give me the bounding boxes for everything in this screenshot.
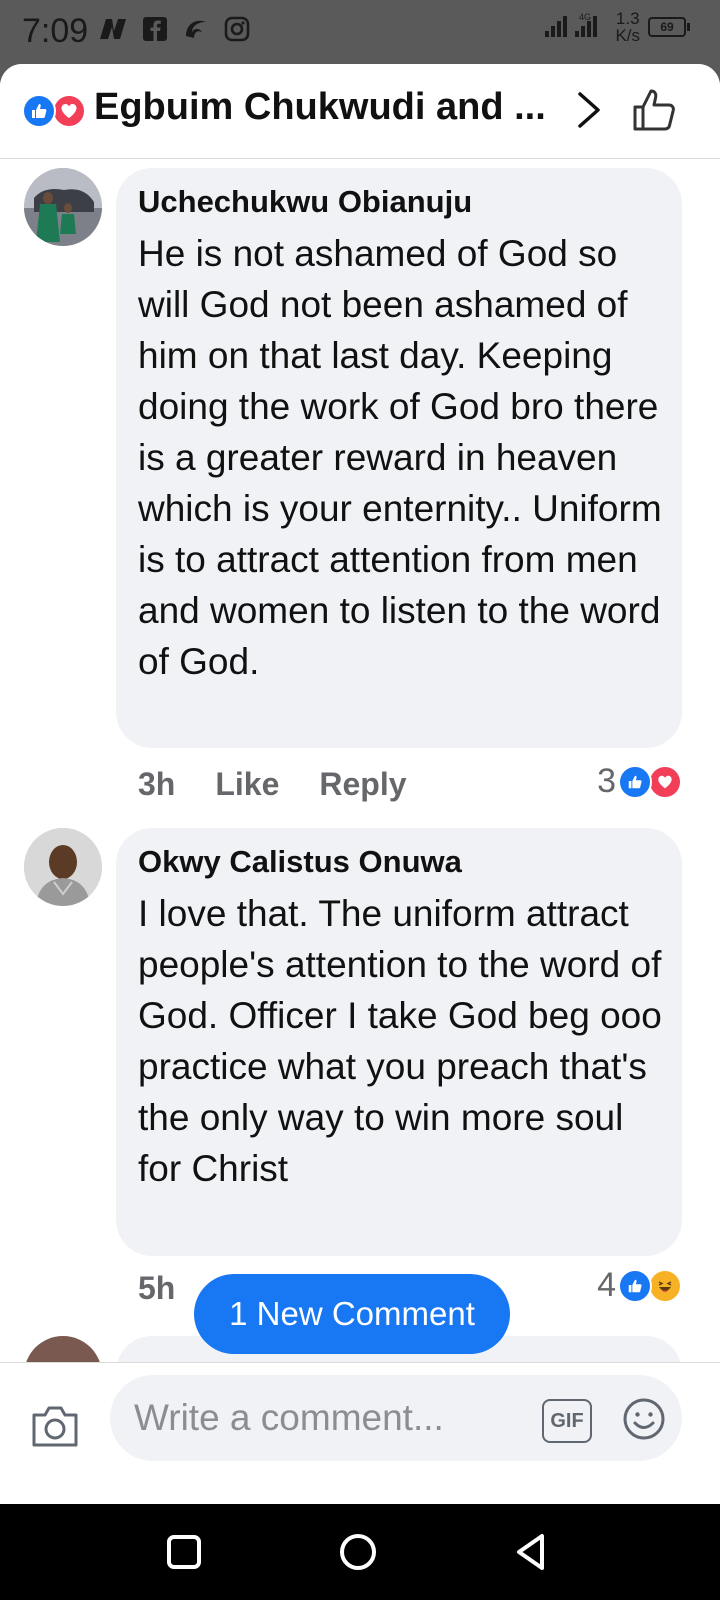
comment-time[interactable]: 3h [138, 766, 175, 803]
comment-author[interactable]: Okwy Calistus Onuwa [138, 844, 462, 880]
facebook-icon [142, 16, 168, 47]
comment-composer: Write a comment... GIF [0, 1362, 720, 1504]
reaction-count: 4 [597, 1266, 616, 1304]
notification-icons [98, 16, 250, 47]
comment-actions: 5h [138, 1270, 175, 1307]
comment-bubble[interactable]: Uchechukwu Obianuju He is not ashamed of… [116, 168, 682, 748]
new-comment-button[interactable]: 1 New Comment [194, 1274, 510, 1354]
status-right: 4G 1.3 K/s 69 [545, 10, 690, 44]
comment-bubble[interactable]: Okwy Calistus Onuwa I love that. The uni… [116, 828, 682, 1256]
speed-unit: K/s [615, 26, 640, 45]
swirl-app-icon [182, 16, 210, 47]
like-icon [22, 94, 56, 128]
haha-icon [648, 1268, 682, 1303]
network-speed: 1.3 K/s [615, 10, 640, 44]
avatar[interactable] [24, 168, 102, 246]
comment-input[interactable]: Write a comment... GIF [110, 1375, 682, 1461]
camera-icon[interactable] [30, 1403, 80, 1449]
comment-reactions[interactable]: 3 [597, 762, 682, 801]
back-icon[interactable] [510, 1530, 554, 1574]
status-bar: 7:09 4G 1.3 K/s 69 [0, 0, 720, 64]
like-button[interactable]: Like [215, 766, 279, 803]
like-icon [618, 764, 652, 799]
recents-icon[interactable] [162, 1530, 206, 1574]
love-icon [648, 764, 682, 799]
comment-placeholder: Write a comment... [134, 1397, 444, 1438]
reaction-count: 3 [597, 762, 616, 800]
comments-sheet: Egbuim Chukwudi and ... Uchechukwu Obian… [0, 64, 720, 1504]
reply-button[interactable]: Reply [319, 766, 406, 803]
post-title[interactable]: Egbuim Chukwudi and ... [94, 86, 546, 129]
comment-actions: 3h Like Reply [138, 766, 407, 803]
home-icon[interactable] [336, 1530, 380, 1574]
status-time: 7:09 [22, 12, 89, 50]
comment-author[interactable]: Uchechukwu Obianuju [138, 184, 472, 220]
comment-text: He is not ashamed of God so will God not… [138, 233, 662, 682]
like-post-button[interactable] [632, 88, 676, 132]
comment-reactions[interactable]: 4 [597, 1266, 682, 1305]
gif-button[interactable]: GIF [542, 1399, 592, 1443]
speed-value: 1.3 [615, 9, 640, 28]
chevron-right-icon[interactable] [572, 90, 606, 130]
system-nav-bar [0, 1504, 720, 1600]
header-reactions[interactable] [22, 94, 86, 128]
news-app-icon [98, 17, 128, 46]
love-icon [52, 94, 86, 128]
avatar[interactable] [24, 828, 102, 906]
comment-time[interactable]: 5h [138, 1270, 175, 1307]
comment-text: I love that. The uniform attract people'… [138, 893, 662, 1189]
signal-icon: 4G [545, 11, 607, 44]
instagram-icon [224, 16, 250, 47]
emoji-icon[interactable] [622, 1397, 666, 1441]
like-icon [618, 1268, 652, 1303]
svg-text:4G: 4G [579, 12, 591, 22]
comments-header: Egbuim Chukwudi and ... [0, 64, 720, 159]
battery-icon: 69 [648, 17, 690, 37]
